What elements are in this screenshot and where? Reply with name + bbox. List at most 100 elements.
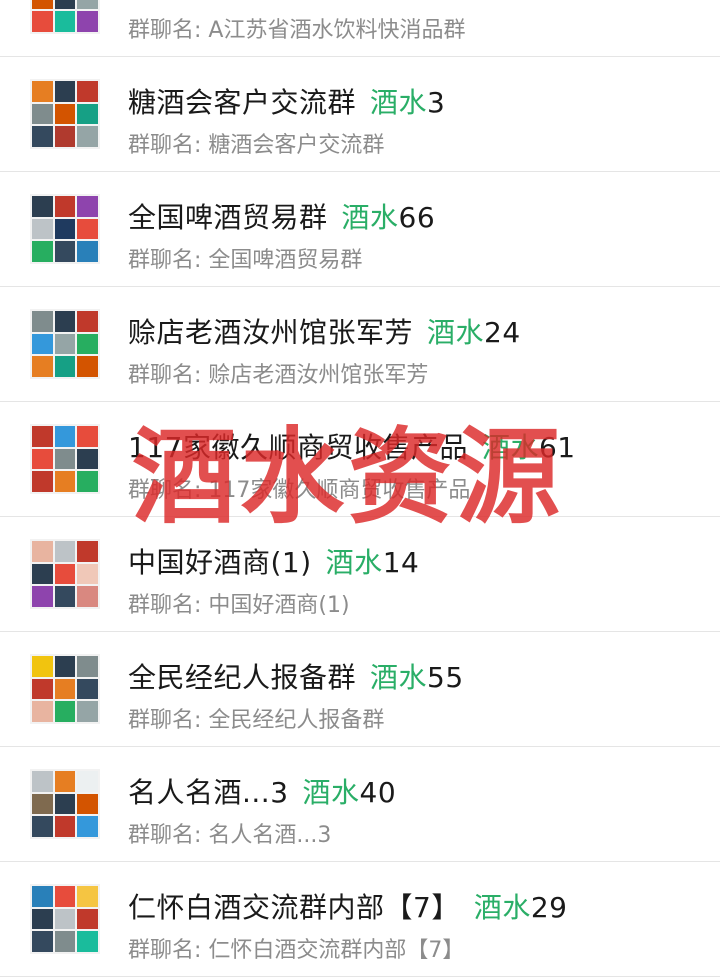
group-chat-name: 群聊名: A江苏省酒水饮料快消品群: [128, 18, 466, 43]
avatar-tile: [32, 0, 53, 10]
avatar-tile: [32, 701, 53, 722]
avatar-tile: [32, 471, 53, 492]
avatar-tile: [32, 426, 53, 447]
list-item[interactable]: 全国啤酒贸易群 酒水66 群聊名: 全国啤酒贸易群: [0, 172, 720, 287]
avatar-tile: [32, 793, 53, 815]
group-name: 全国啤酒贸易群 酒水66: [128, 201, 436, 234]
list-item[interactable]: 赊店老酒汝州馆张军芳 酒水24 群聊名: 赊店老酒汝州馆张军芳: [0, 287, 720, 402]
group-name: 名人名酒...3 酒水40: [128, 776, 397, 809]
avatar-tile: [77, 816, 98, 837]
avatar-tile: [54, 908, 76, 930]
avatar-tile: [32, 816, 53, 837]
avatar-tile: [32, 656, 53, 677]
list-item[interactable]: 全民经纪人报备群 酒水55 群聊名: 全民经纪人报备群: [0, 632, 720, 747]
avatar-tile: [77, 0, 98, 10]
avatar-tile: [77, 908, 98, 930]
avatar-tile: [77, 886, 98, 907]
group-chat-name: 群聊名: 117家徽久顺商贸收售产品: [128, 478, 471, 503]
avatar-tile: [32, 218, 53, 240]
group-chat-name: 群聊名: 糖酒会客户交流群: [128, 133, 385, 158]
list-item[interactable]: 名人名酒...3 酒水40 群聊名: 名人名酒...3: [0, 747, 720, 862]
group-avatar: [30, 79, 100, 149]
group-avatar: [30, 654, 100, 724]
avatar-tile: [77, 563, 98, 585]
avatar-tile: [54, 426, 76, 447]
avatar-tile: [54, 356, 76, 377]
avatar-tile: [54, 816, 76, 837]
group-chat-name: 群聊名: 仁怀白酒交流群内部【7】: [128, 938, 465, 963]
avatar-tile: [54, 241, 76, 262]
group-chat-name: 群聊名: 名人名酒...3: [128, 823, 332, 848]
avatar-tile: [54, 11, 76, 32]
group-avatar: [30, 769, 100, 839]
avatar-tile: [77, 656, 98, 677]
avatar-tile: [77, 126, 98, 147]
avatar-tile: [32, 448, 53, 470]
avatar-tile: [32, 678, 53, 700]
avatar-tile: [32, 11, 53, 32]
avatar-tile: [54, 563, 76, 585]
avatar-tile: [77, 81, 98, 102]
avatar-tile: [54, 931, 76, 952]
avatar-tile: [32, 241, 53, 262]
group-avatar: [30, 309, 100, 379]
group-avatar: [30, 194, 100, 264]
avatar-tile: [54, 126, 76, 147]
avatar-tile: [77, 701, 98, 722]
avatar-tile: [32, 81, 53, 102]
avatar-tile: [54, 586, 76, 607]
avatar-tile: [77, 11, 98, 32]
list-item[interactable]: 群聊名: A江苏省酒水饮料快消品群: [0, 0, 720, 57]
group-chat-name: 群聊名: 赊店老酒汝州馆张军芳: [128, 363, 429, 388]
avatar-tile: [54, 541, 76, 562]
avatar-tile: [77, 448, 98, 470]
avatar-tile: [32, 196, 53, 217]
avatar-tile: [32, 771, 53, 792]
group-name: 中国好酒商(1) 酒水14: [128, 546, 420, 579]
avatar-tile: [54, 656, 76, 677]
group-name: 全民经纪人报备群 酒水55: [128, 661, 464, 694]
avatar-tile: [77, 103, 98, 125]
avatar-tile: [77, 241, 98, 262]
avatar-tile: [32, 586, 53, 607]
avatar-tile: [54, 471, 76, 492]
group-search-result-list: 群聊名: A江苏省酒水饮料快消品群 糖酒会客户交流群 酒水3 群聊名: 糖酒会客户…: [0, 0, 720, 977]
group-name: 117家徽久顺商贸收售产品 酒水61: [128, 431, 576, 464]
list-item[interactable]: 糖酒会客户交流群 酒水3 群聊名: 糖酒会客户交流群: [0, 57, 720, 172]
group-name: 赊店老酒汝州馆张军芳 酒水24: [128, 316, 521, 349]
avatar-tile: [32, 103, 53, 125]
avatar-tile: [32, 356, 53, 377]
list-item[interactable]: 117家徽久顺商贸收售产品 酒水61 群聊名: 117家徽久顺商贸收售产品: [0, 402, 720, 517]
avatar-tile: [77, 218, 98, 240]
avatar-tile: [32, 311, 53, 332]
avatar-tile: [77, 793, 98, 815]
group-chat-name: 群聊名: 中国好酒商(1): [128, 593, 350, 618]
avatar-tile: [77, 426, 98, 447]
avatar-tile: [77, 196, 98, 217]
list-item[interactable]: 中国好酒商(1) 酒水14 群聊名: 中国好酒商(1): [0, 517, 720, 632]
group-chat-name: 群聊名: 全国啤酒贸易群: [128, 248, 363, 273]
avatar-tile: [32, 541, 53, 562]
avatar-tile: [77, 678, 98, 700]
avatar-tile: [54, 793, 76, 815]
avatar-tile: [77, 333, 98, 355]
avatar-tile: [54, 103, 76, 125]
avatar-tile: [54, 771, 76, 792]
avatar-tile: [32, 333, 53, 355]
avatar-tile: [54, 81, 76, 102]
group-name: 仁怀白酒交流群内部【7】 酒水29: [128, 891, 568, 924]
avatar-tile: [54, 0, 76, 10]
avatar-tile: [77, 356, 98, 377]
avatar-tile: [54, 448, 76, 470]
avatar-tile: [54, 886, 76, 907]
group-avatar: [30, 0, 100, 34]
avatar-tile: [32, 563, 53, 585]
avatar-tile: [77, 931, 98, 952]
avatar-tile: [77, 586, 98, 607]
avatar-tile: [77, 471, 98, 492]
group-avatar: [30, 539, 100, 609]
avatar-tile: [32, 908, 53, 930]
avatar-tile: [54, 701, 76, 722]
group-avatar: [30, 424, 100, 494]
group-name: 糖酒会客户交流群 酒水3: [128, 86, 446, 119]
